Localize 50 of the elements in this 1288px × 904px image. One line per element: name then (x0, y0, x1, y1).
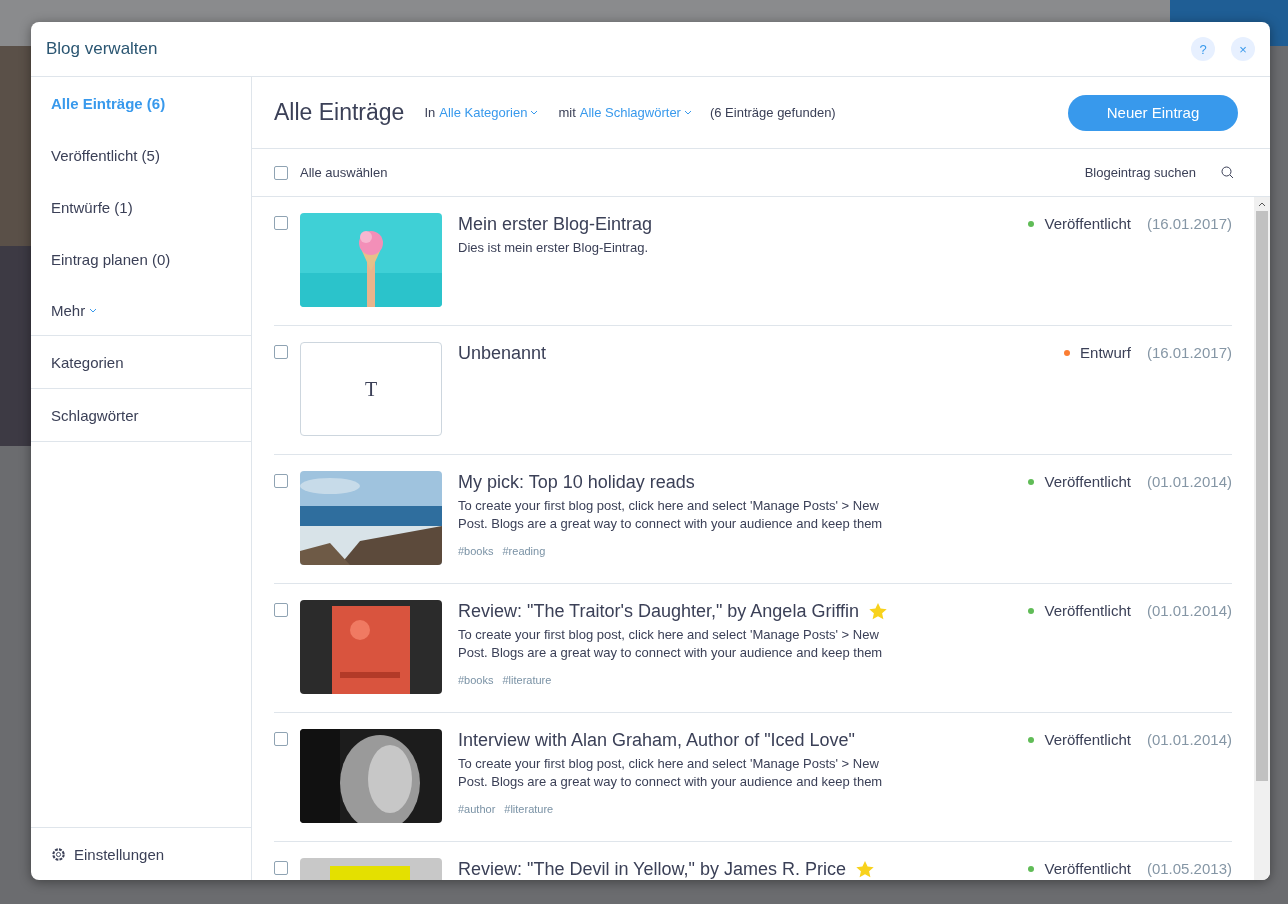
post-excerpt: To create your first blog post, click here and select 'Manage Posts' > New Post. Blogs are a great way to connect with your audience and keep them (458, 626, 884, 662)
chevron-down-icon (530, 110, 539, 115)
post-status: Veröffentlicht (1044, 731, 1131, 748)
post-date: (16.01.2017) (1146, 344, 1232, 361)
chevron-down-icon (89, 307, 98, 313)
post-title[interactable]: My pick: Top 10 holiday reads (458, 472, 695, 493)
select-all-label: Alle auswählen (300, 165, 388, 180)
post-date: (01.01.2014) (1146, 731, 1232, 748)
post-title[interactable]: Review: "The Traitor's Daughter," by Angela Griffin (458, 601, 860, 622)
post-status: Veröffentlicht (1044, 860, 1131, 877)
checkbox[interactable] (274, 861, 288, 875)
sidebar-item[interactable]: Kategorien (31, 336, 251, 389)
post-excerpt: Dies ist mein erster Blog-Eintrag. (458, 239, 649, 257)
post-excerpt: To create your first blog post, click here and select 'Manage Posts' > New Post. Blogs are a great way to connect with your audience and keep them (458, 755, 884, 791)
sidebar-item[interactable]: Entwürfe (1) (31, 181, 251, 233)
post-title[interactable]: Review: "The Devil in Yellow," by James R. Price (458, 859, 846, 880)
settings-link[interactable]: Einstellungen (74, 845, 165, 863)
post-date: (01.05.2013) (1146, 860, 1232, 877)
checkbox[interactable] (274, 216, 288, 230)
checkbox[interactable] (274, 165, 288, 180)
checkbox[interactable] (274, 603, 288, 617)
post-title[interactable]: Unbenannt (458, 343, 547, 364)
post-status: Veröffentlicht (1044, 473, 1131, 490)
post-status: Veröffentlicht (1044, 215, 1131, 232)
text-glyph: T (364, 377, 378, 401)
post-date: (16.01.2017) (1146, 215, 1232, 232)
post-excerpt: To create your first blog post, click here and select 'Manage Posts' > New Post. Blogs are a great way to connect with your audience and keep them (458, 497, 884, 533)
search-icon[interactable] (1221, 166, 1234, 179)
settings-icon (51, 846, 66, 862)
checkbox[interactable] (274, 345, 288, 359)
post-title[interactable]: Mein erster Blog-Eintrag (458, 214, 653, 235)
scroll-up-icon[interactable] (1258, 201, 1266, 207)
chevron-down-icon (683, 110, 692, 115)
post-status: Entwurf (1080, 344, 1131, 361)
filter-label: In (424, 105, 436, 120)
page-title: Alle Einträge (274, 99, 405, 126)
post-status: Veröffentlicht (1044, 602, 1131, 619)
post-date: (01.01.2014) (1146, 602, 1232, 619)
sidebar-item[interactable]: Schlagwörter (31, 389, 251, 442)
sidebar-item[interactable]: Veröffentlicht (5) (31, 129, 251, 181)
dialog-title: Blog verwalten (46, 39, 159, 59)
checkbox[interactable] (274, 474, 288, 488)
post-date: (01.01.2014) (1146, 473, 1232, 490)
sidebar-item[interactable]: Eintrag planen (0) (31, 233, 251, 285)
scrollbar[interactable] (1254, 197, 1270, 880)
checkbox[interactable] (274, 732, 288, 746)
post-title[interactable]: Interview with Alan Graham, Author of "Iced Love" (458, 730, 855, 751)
result-count: (6 Einträge gefunden) (709, 105, 836, 120)
more-menu[interactable]: Mehr (31, 285, 251, 336)
filter-label: mit (558, 105, 576, 120)
